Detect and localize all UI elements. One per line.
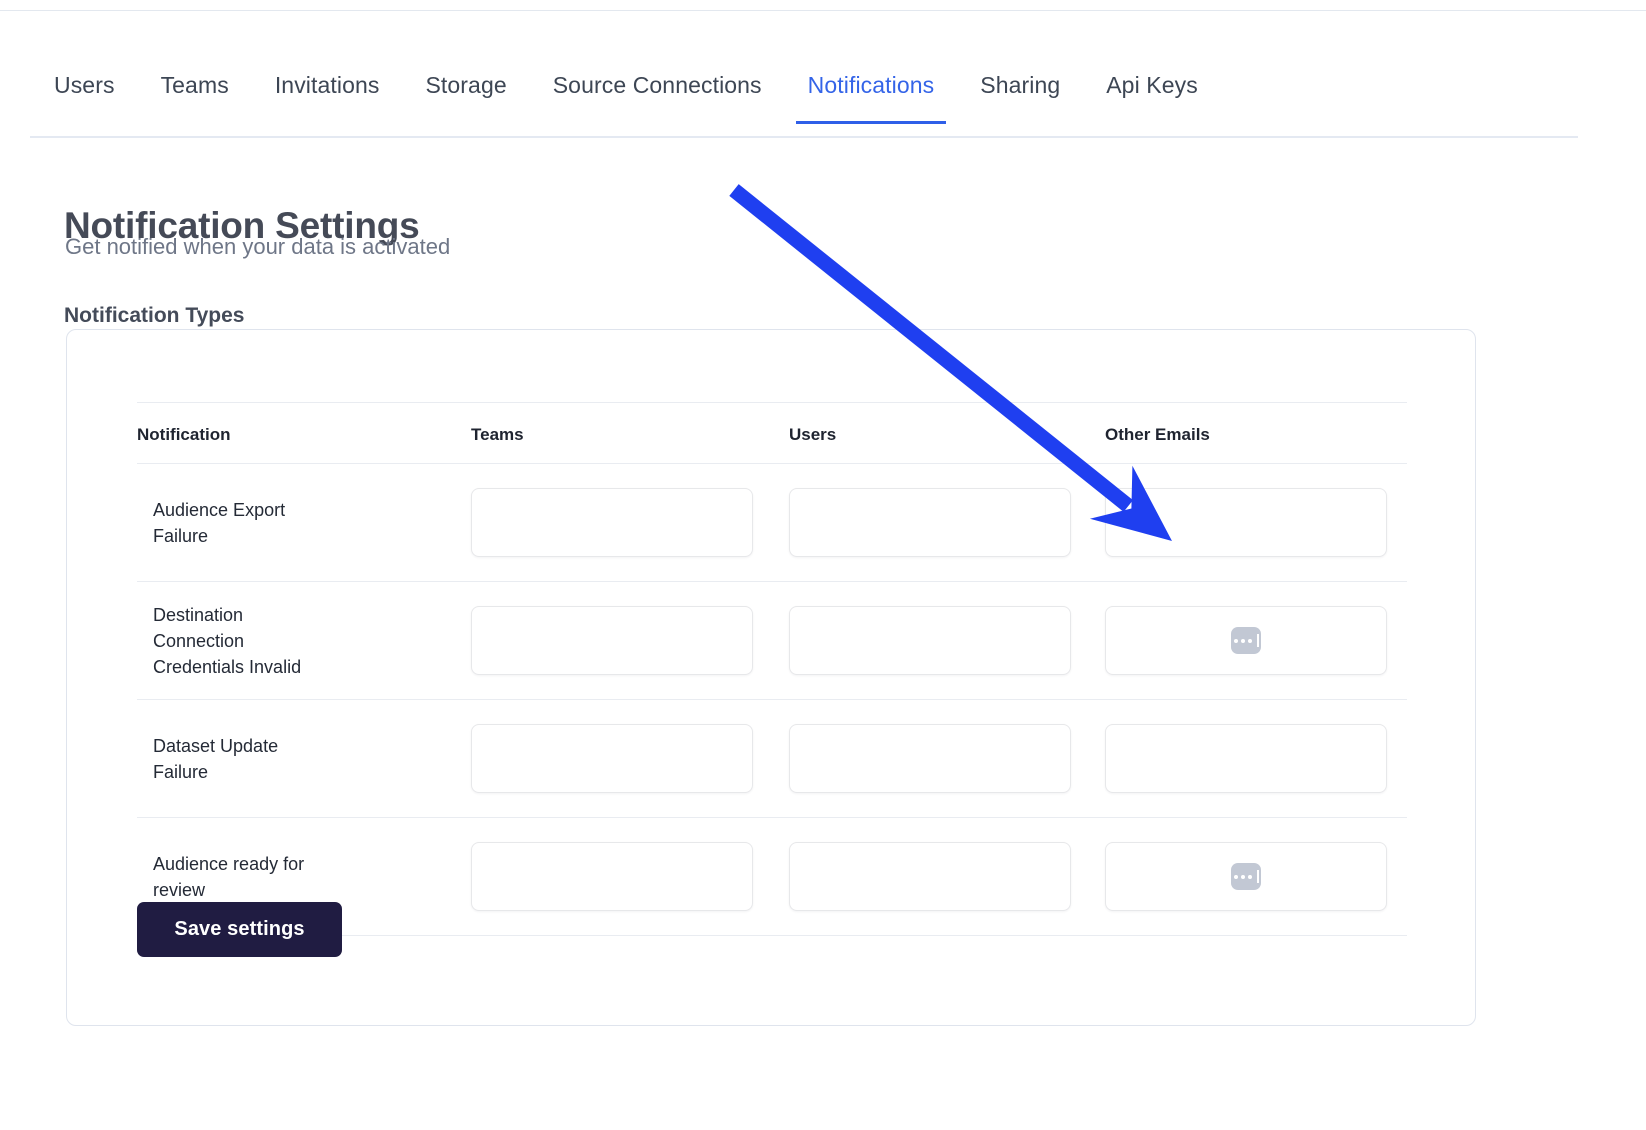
users-recipients-input[interactable] [789,606,1071,675]
top-divider [0,10,1646,11]
tab-notifications[interactable]: Notifications [795,70,947,124]
notification-label: Audience Export Failure [153,499,286,546]
other-emails-cell [1105,463,1407,582]
column-header-users: Users [789,402,1105,464]
dot-icon [1247,638,1252,643]
teams-recipients-input[interactable] [471,724,753,793]
users-cell [789,817,1105,936]
other-emails-cell [1105,581,1407,700]
notification-types-card: Notification Teams Users Other Emails Au… [66,329,1476,1026]
teams-recipients-input[interactable] [471,488,753,557]
users-recipients-input[interactable] [789,724,1071,793]
table-row: Destination Connection Credentials Inval… [137,581,1407,700]
teams-cell [471,463,789,582]
teams-recipients-input[interactable] [471,842,753,911]
text-caret [1256,870,1259,883]
teams-cell [471,581,789,700]
dot-icon [1233,638,1238,643]
cell-wrapper [471,818,789,935]
notification-name-cell: Dataset Update Failure [137,699,471,818]
dot-icon [1240,638,1245,643]
notification-label: Dataset Update Failure [153,735,279,782]
tab-sharing[interactable]: Sharing [968,70,1072,122]
cell-wrapper [789,700,1105,817]
cell-wrapper [471,464,789,581]
teams-cell [471,699,789,818]
tab-invitations[interactable]: Invitations [263,70,392,122]
notification-name-cell: Audience Export Failure [137,463,471,582]
save-settings-button[interactable]: Save settings [137,902,342,957]
teams-recipients-input[interactable] [471,606,753,675]
tab-users[interactable]: Users [42,70,127,122]
tab-teams[interactable]: Teams [149,70,241,122]
notification-name-cell: Destination Connection Credentials Inval… [137,581,471,700]
notification-settings-table: Notification Teams Users Other Emails Au… [137,402,1407,936]
users-recipients-input[interactable] [789,842,1071,911]
cell-wrapper [789,582,1105,699]
table-header-row: Notification Teams Users Other Emails [137,402,1407,464]
users-cell [789,581,1105,700]
column-header-teams: Teams [471,402,789,464]
notification-label: Destination Connection Credentials Inval… [153,604,302,677]
cell-wrapper [1105,582,1407,699]
other-emails-input[interactable] [1105,842,1387,911]
dot-icon [1240,874,1245,879]
users-recipients-input[interactable] [789,488,1071,557]
table-header: Notification Teams Users Other Emails [137,402,1407,464]
settings-tab-bar: Users Teams Invitations Storage Source Conne… [30,70,1578,138]
other-emails-input[interactable] [1105,606,1387,675]
text-caret [1256,634,1259,647]
tab-storage[interactable]: Storage [413,70,518,122]
ellipsis-typing-icon [1231,627,1261,654]
ellipsis-typing-icon [1231,863,1261,890]
cell-wrapper [471,700,789,817]
cell-wrapper [789,464,1105,581]
tab-source-connections[interactable]: Source Connections [541,70,774,122]
table-body: Audience Export Failure Destination Conne… [137,463,1407,936]
other-emails-input[interactable] [1105,724,1387,793]
dot-icon [1233,874,1238,879]
section-title-notification-types: Notification Types [64,304,245,328]
table-row: Dataset Update Failure [137,699,1407,818]
table-row: Audience Export Failure [137,463,1407,582]
cell-wrapper [789,818,1105,935]
cell-wrapper [1105,700,1407,817]
other-emails-cell [1105,817,1407,936]
users-cell [789,699,1105,818]
teams-cell [471,817,789,936]
column-header-notification: Notification [137,402,471,464]
other-emails-cell [1105,699,1407,818]
users-cell [789,463,1105,582]
page-subtitle: Get notified when your data is activated [65,234,451,259]
column-header-other-emails: Other Emails [1105,402,1407,464]
other-emails-input[interactable] [1105,488,1387,557]
tab-api-keys[interactable]: Api Keys [1094,70,1210,122]
dot-icon [1247,874,1252,879]
cell-wrapper [1105,818,1407,935]
cell-wrapper [471,582,789,699]
cell-wrapper [1105,464,1407,581]
